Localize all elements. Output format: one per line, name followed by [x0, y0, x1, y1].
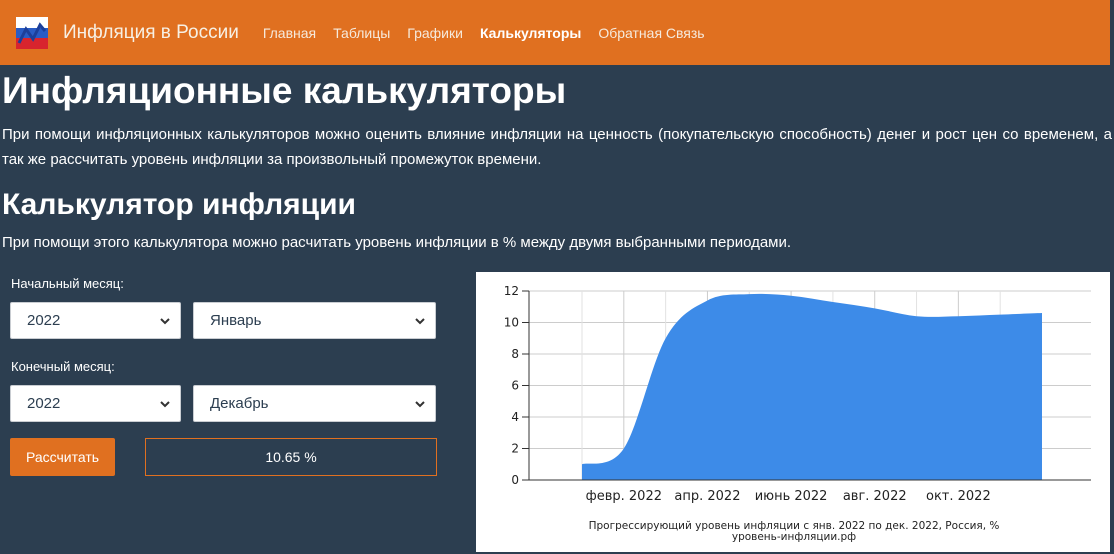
calculator-description: При помощи этого калькулятора можно расч… — [2, 234, 792, 251]
nav-item-tables[interactable]: Таблицы — [333, 25, 390, 41]
y-tick-label: 4 — [511, 410, 519, 424]
y-tick-label: 10 — [504, 316, 519, 330]
x-tick-label: февр. 2022 — [586, 489, 662, 504]
start-year-value: 2022 — [27, 312, 61, 329]
chart-source: уровень-инфляции.рф — [732, 531, 856, 543]
calculator-title: Калькулятор инфляции — [2, 188, 356, 221]
chevron-down-icon — [415, 318, 425, 325]
top-navbar: Инфляция в России Главная Таблицы График… — [0, 0, 1110, 65]
calculate-button[interactable]: Рассчитать — [10, 438, 115, 476]
x-tick-label: апр. 2022 — [674, 489, 740, 504]
y-tick-label: 6 — [511, 379, 519, 393]
inflation-chart: 0 2 4 6 8 10 12 февр. 2022 апр. 2022 июнь 2022 авг… — [476, 272, 1110, 552]
x-tick-label: авг. 2022 — [843, 489, 907, 504]
nav-item-home[interactable]: Главная — [263, 25, 316, 41]
end-month-value: Декабрь — [210, 395, 269, 412]
result-output: 10.65 % — [145, 438, 437, 476]
end-month-label: Конечный месяц: — [11, 359, 115, 374]
logo-chart-icon[interactable] — [16, 16, 48, 49]
nav-item-feedback[interactable]: Обратная Связь — [598, 25, 704, 41]
series-area — [582, 293, 1042, 480]
y-tick-label: 2 — [511, 442, 519, 456]
x-tick-label: окт. 2022 — [926, 489, 991, 504]
chevron-down-icon — [415, 401, 425, 408]
end-month-select[interactable]: Декабрь — [193, 385, 436, 422]
y-tick-label: 12 — [504, 284, 519, 298]
chevron-down-icon — [160, 401, 170, 408]
nav-item-calculators[interactable]: Калькуляторы — [480, 25, 581, 41]
y-tick-label: 8 — [511, 347, 519, 361]
page-title: Инфляционные калькуляторы — [2, 70, 567, 111]
start-year-select[interactable]: 2022 — [10, 302, 181, 339]
chevron-down-icon — [160, 318, 170, 325]
nav-item-charts[interactable]: Графики — [407, 25, 463, 41]
start-month-label: Начальный месяц: — [11, 276, 124, 291]
intro-text: При помощи инфляционных калькуляторов мо… — [2, 126, 1112, 168]
brand-title[interactable]: Инфляция в России — [63, 22, 239, 44]
end-year-value: 2022 — [27, 395, 61, 412]
inflation-chart-svg: 0 2 4 6 8 10 12 февр. 2022 апр. 2022 июнь 2022 авг… — [504, 284, 1091, 543]
x-tick-label: июнь 2022 — [755, 489, 828, 504]
start-month-select[interactable]: Январь — [193, 302, 436, 339]
start-month-value: Январь — [210, 312, 262, 329]
end-year-select[interactable]: 2022 — [10, 385, 181, 422]
y-tick-label: 0 — [511, 473, 519, 487]
